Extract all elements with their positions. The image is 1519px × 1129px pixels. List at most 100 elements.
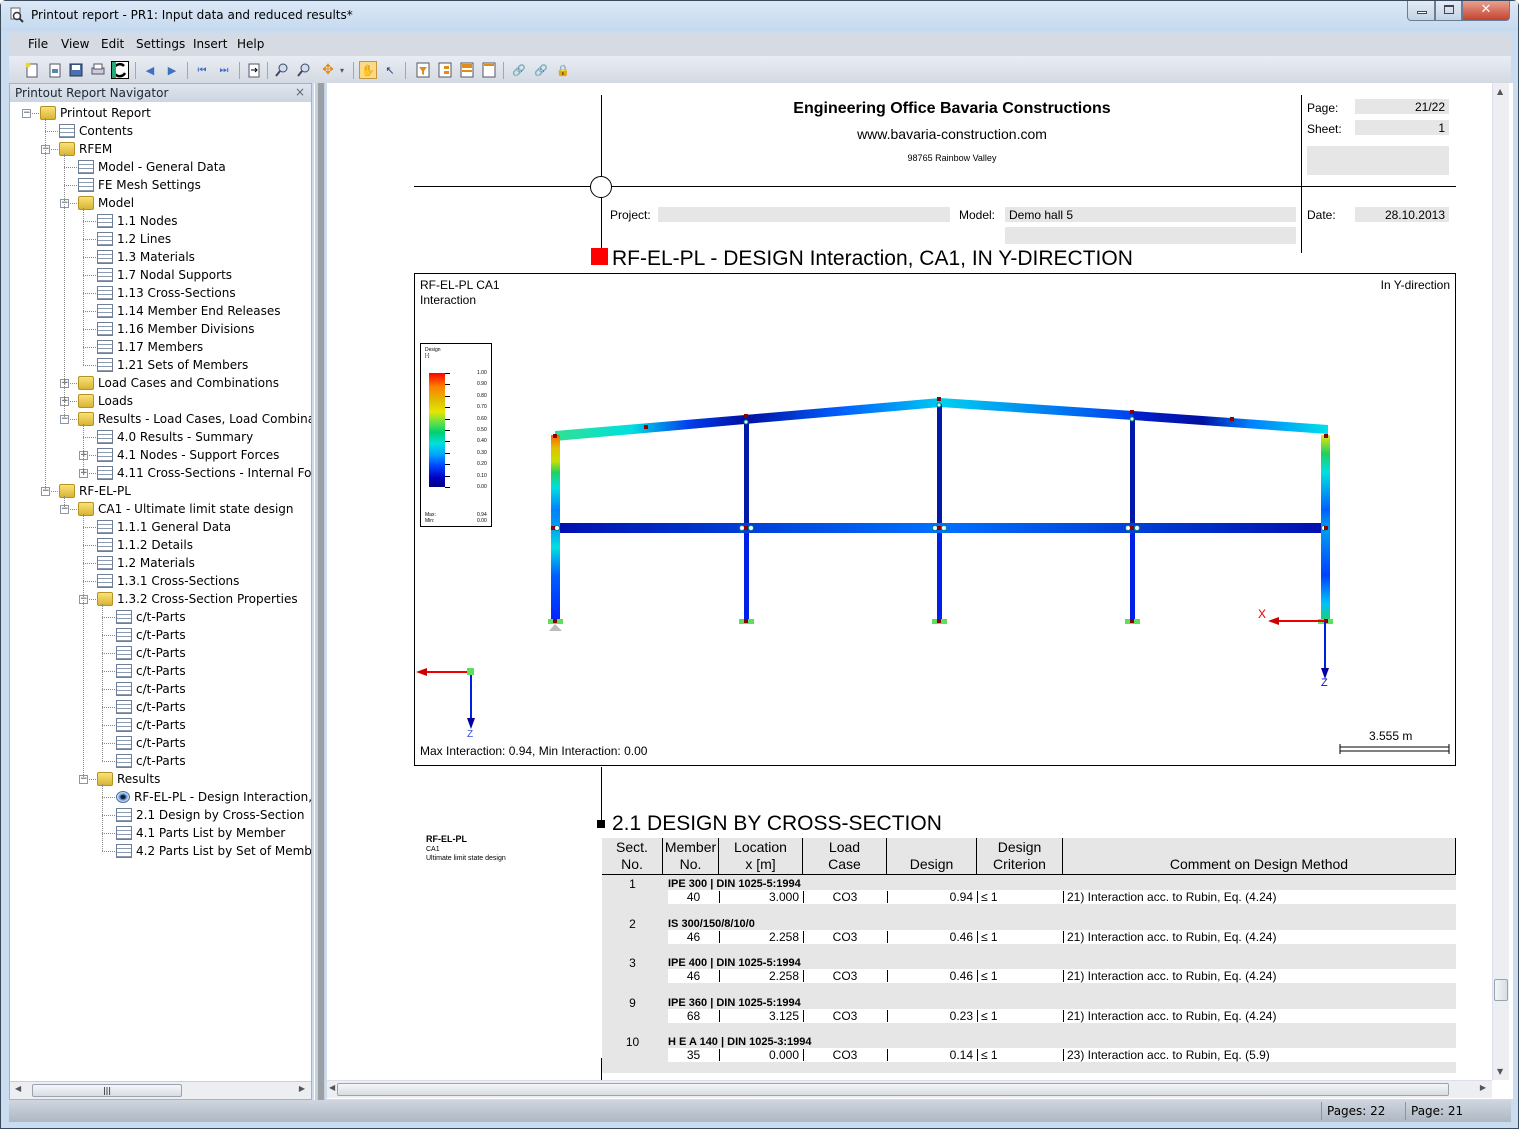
unlink-icon[interactable]: 🔗 xyxy=(532,61,550,79)
scroll-down-icon[interactable]: ▼ xyxy=(1497,1067,1503,1076)
menu-view[interactable]: View xyxy=(61,37,89,51)
minimize-button[interactable] xyxy=(1407,1,1435,21)
tree-item[interactable]: 1.1.1 General Data xyxy=(97,518,231,536)
menu-insert[interactable]: Insert xyxy=(193,37,227,51)
open-icon[interactable] xyxy=(46,61,64,79)
inner-column xyxy=(937,533,942,622)
lock-icon[interactable]: 🔒 xyxy=(554,61,572,79)
chevron-down-icon[interactable]: ▾ xyxy=(337,61,347,79)
tree-item[interactable]: Model xyxy=(78,194,134,212)
tree-item[interactable]: 1.17 Members xyxy=(97,338,203,356)
zoom-in-icon[interactable] xyxy=(273,61,291,79)
tree-item[interactable]: RF-EL-PL xyxy=(59,482,131,500)
zoom-options-icon[interactable]: ✥ xyxy=(319,61,337,79)
tree-item[interactable]: 4.0 Results - Summary xyxy=(97,428,253,446)
tree-item[interactable]: c/t-Parts xyxy=(116,698,186,716)
refresh-icon[interactable] xyxy=(111,61,129,79)
tree-item[interactable]: 1.14 Member End Releases xyxy=(97,302,280,320)
goto-page-icon[interactable] xyxy=(245,61,263,79)
tree-item[interactable]: 1.3.1 Cross-Sections xyxy=(97,572,239,590)
tree-connector xyxy=(83,563,96,564)
tree-item[interactable]: c/t-Parts xyxy=(116,626,186,644)
folder-icon xyxy=(97,772,113,786)
tree-item[interactable]: 4.2 Parts List by Set of Members xyxy=(116,842,311,860)
scroll-left-icon[interactable]: ◀ xyxy=(329,1083,335,1092)
tree-item[interactable]: 2.1 Design by Cross-Section xyxy=(116,806,305,824)
tree-item[interactable]: c/t-Parts xyxy=(116,644,186,662)
tree-connector xyxy=(102,617,115,618)
zoom-out-icon[interactable] xyxy=(295,61,313,79)
tree-item[interactable]: Model - General Data xyxy=(78,158,226,176)
menu-file[interactable]: File xyxy=(28,37,48,51)
tree-item[interactable]: 4.11 Cross-Sections - Internal Forces xyxy=(97,464,311,482)
page-header-icon[interactable] xyxy=(458,61,476,79)
menu-edit[interactable]: Edit xyxy=(101,37,124,51)
tree-item[interactable]: 1.3 Materials xyxy=(97,248,195,266)
tree-item[interactable]: 4.1 Parts List by Member xyxy=(116,824,285,842)
close-navigator-icon[interactable]: × xyxy=(295,85,305,99)
page-properties-icon[interactable] xyxy=(436,61,454,79)
table-icon xyxy=(97,214,113,228)
tree-item[interactable]: Results - Load Cases, Load Combinations xyxy=(78,410,311,428)
blank-page-icon[interactable] xyxy=(480,61,498,79)
splitter-bar[interactable] xyxy=(318,83,324,1100)
tree-item[interactable]: Load Cases and Combinations xyxy=(78,374,279,392)
tree-item[interactable]: 1.2 Lines xyxy=(97,230,171,248)
tree-item[interactable]: c/t-Parts xyxy=(116,662,186,680)
last-page-icon[interactable]: ⏭ xyxy=(215,61,233,79)
tree-item[interactable]: 1.3.2 Cross-Section Properties xyxy=(97,590,298,608)
tree-item[interactable]: 1.7 Nodal Supports xyxy=(97,266,232,284)
cross-section-name: IS 300/150/8/10/0 xyxy=(668,917,755,930)
print-icon[interactable] xyxy=(89,61,107,79)
tree-item[interactable]: 1.16 Member Divisions xyxy=(97,320,255,338)
tree-item[interactable]: RFEM xyxy=(59,140,112,158)
table-icon xyxy=(116,610,132,624)
scrollbar-thumb[interactable]: ||| xyxy=(32,1084,182,1097)
document-horizontal-scrollbar[interactable]: ◀ ▶ xyxy=(327,1080,1492,1098)
tree-item[interactable]: CA1 - Ultimate limit state design xyxy=(78,500,294,518)
select-arrow-icon[interactable]: ↖ xyxy=(381,61,399,79)
panel-splitter[interactable] xyxy=(314,83,325,1100)
tree-item[interactable]: 1.1.2 Details xyxy=(97,536,193,554)
tree-item[interactable]: c/t-Parts xyxy=(116,734,186,752)
tree-item[interactable]: c/t-Parts xyxy=(116,752,186,770)
close-button[interactable]: ✕ xyxy=(1462,1,1510,21)
pan-hand-icon[interactable]: ✋ xyxy=(359,61,377,79)
tree-item[interactable]: FE Mesh Settings xyxy=(78,176,201,194)
tree-item[interactable]: 1.2 Materials xyxy=(97,554,195,572)
first-page-icon[interactable]: ⏮ xyxy=(193,61,211,79)
tree-item[interactable]: c/t-Parts xyxy=(116,680,186,698)
tree-item[interactable]: 4.1 Nodes - Support Forces xyxy=(97,446,279,464)
tree-item[interactable]: 1.21 Sets of Members xyxy=(97,356,248,374)
maximize-button[interactable] xyxy=(1435,1,1462,21)
tree-item[interactable]: 1.1 Nodes xyxy=(97,212,177,230)
menu-help[interactable]: Help xyxy=(237,37,264,51)
document-vertical-scrollbar[interactable]: ▲ ▼ xyxy=(1492,83,1509,1080)
tree-item[interactable]: Contents xyxy=(59,122,133,140)
tree-item[interactable]: Results xyxy=(97,770,160,788)
next-page-icon[interactable]: ▶ xyxy=(163,61,181,79)
sect-number: 1 xyxy=(629,877,636,891)
link-icon[interactable]: 🔗 xyxy=(510,61,528,79)
scrollbar-thumb[interactable] xyxy=(1494,979,1508,1001)
menu-settings[interactable]: Settings xyxy=(136,37,185,51)
scroll-left-icon[interactable]: ◀ xyxy=(15,1084,21,1093)
maximize-icon xyxy=(1444,5,1454,14)
new-report-icon[interactable] xyxy=(23,61,41,79)
tree-item[interactable]: RF-EL-PL - Design Interaction, CA1 xyxy=(116,788,311,806)
scroll-right-icon[interactable]: ▶ xyxy=(299,1084,305,1093)
previous-page-icon[interactable]: ◀ xyxy=(141,61,159,79)
collapse-icon[interactable]: − xyxy=(22,109,31,118)
tree-item[interactable]: Loads xyxy=(78,392,133,410)
navigator-horizontal-scrollbar[interactable]: ◀ ||| ▶ xyxy=(10,1081,311,1099)
tree-item[interactable]: c/t-Parts xyxy=(116,608,186,626)
tree-item[interactable]: 1.13 Cross-Sections xyxy=(97,284,236,302)
tree-item[interactable]: c/t-Parts xyxy=(116,716,186,734)
folder-icon xyxy=(78,196,94,210)
scrollbar-thumb[interactable] xyxy=(337,1083,1449,1096)
save-icon[interactable] xyxy=(67,61,85,79)
scroll-up-icon[interactable]: ▲ xyxy=(1497,87,1503,96)
filter-page-icon[interactable] xyxy=(414,61,432,79)
scroll-right-icon[interactable]: ▶ xyxy=(1480,1083,1486,1092)
tree-item[interactable]: Printout Report xyxy=(40,104,151,122)
